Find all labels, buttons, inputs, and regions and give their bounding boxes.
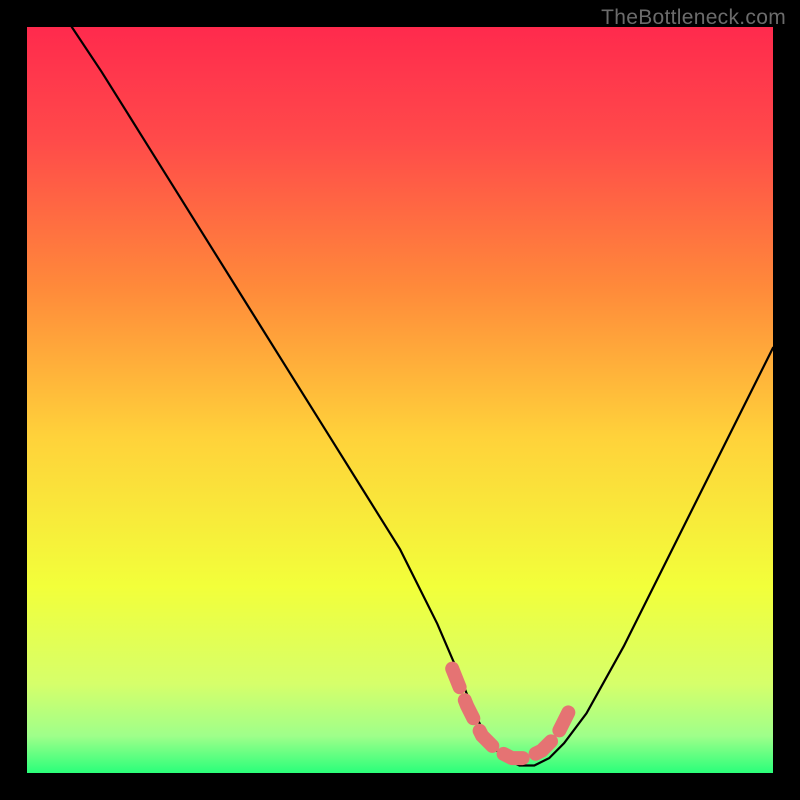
chart-plot (27, 27, 773, 773)
chart-svg (27, 27, 773, 773)
gradient-background (27, 27, 773, 773)
